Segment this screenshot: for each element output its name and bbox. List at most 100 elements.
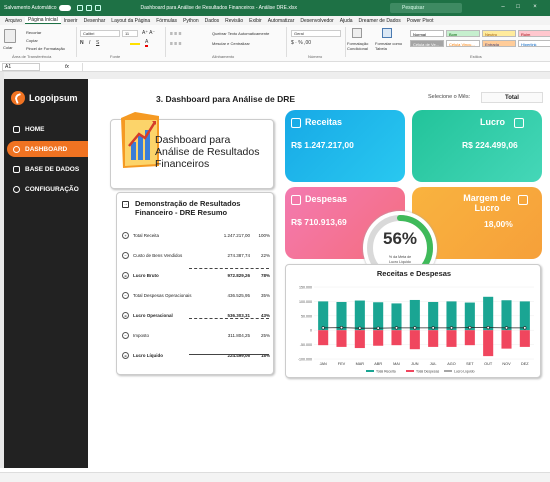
dre-title-1: Demonstração de Resultados xyxy=(135,199,241,208)
font-color-icon[interactable]: A xyxy=(145,39,149,47)
cell-style-item[interactable]: Ruim xyxy=(518,30,550,37)
dre-row-pct: 43% xyxy=(260,312,270,318)
font-grow-icon[interactable]: A⁺ A⁻ xyxy=(142,30,155,36)
menu-tab[interactable]: Dados xyxy=(202,18,222,24)
format-table-icon[interactable] xyxy=(382,28,392,38)
dre-row-pct: 25% xyxy=(260,332,270,338)
wrap-text-button[interactable]: Quebrar Texto Automaticamente xyxy=(212,31,269,36)
underline-icon[interactable]: S xyxy=(96,40,99,46)
bar-despesa xyxy=(483,330,494,357)
ribbon-separator xyxy=(345,27,346,57)
cell-style-item[interactable]: Bom xyxy=(446,30,480,37)
align-icons-bottom[interactable]: ≡ ≡ ≡ xyxy=(170,41,182,47)
menu-tab[interactable]: Desenvolvedor xyxy=(297,18,336,24)
nav-database[interactable]: BASE DE DADOS xyxy=(7,161,85,177)
menu-tab[interactable]: Revisão xyxy=(222,18,246,24)
menu-tab[interactable]: Página Inicial xyxy=(24,17,61,24)
cut-button[interactable]: Recortar xyxy=(26,30,41,35)
cell-style-item[interactable]: Célula de Ve... xyxy=(410,40,444,47)
menu-tab[interactable]: Fórmulas xyxy=(153,18,180,24)
divider xyxy=(189,268,269,269)
operator-icon: − xyxy=(122,251,129,259)
save-icon[interactable] xyxy=(76,5,83,11)
menu-tab[interactable]: Desenhar xyxy=(81,18,109,24)
cell-style-item[interactable]: Normal xyxy=(410,30,444,37)
dre-title-2: Financeiro - DRE Resumo xyxy=(135,208,228,217)
hero-banner: Dashboard para Análise de Resultados Fin… xyxy=(110,112,274,189)
x-tick-label: FEV xyxy=(338,362,346,366)
ribbon-separator xyxy=(286,27,287,57)
bar-receita xyxy=(483,296,494,331)
operator-icon: − xyxy=(122,291,129,299)
menu-tab[interactable]: Python xyxy=(180,18,202,24)
paste-icon[interactable] xyxy=(4,29,16,43)
dre-summary-panel: → Demonstração de Resultados Financeiro … xyxy=(116,192,274,375)
y-tick-label: -100.000 xyxy=(298,358,312,362)
name-box[interactable]: A1 xyxy=(2,62,40,71)
menu-tab[interactable]: Arquivo xyxy=(2,18,25,24)
nav-dashboard[interactable]: DASHBOARD xyxy=(7,141,88,157)
format-table-button[interactable]: Formatar como Tabela xyxy=(375,41,405,51)
cond-format-button[interactable]: Formatação Condicional xyxy=(347,41,373,51)
bold-icon[interactable]: N xyxy=(80,40,84,46)
redo-icon[interactable] xyxy=(94,5,101,11)
title-bar: Salvamento Automático Dashboard para Aná… xyxy=(0,0,550,16)
format-painter-button[interactable]: Pincel de Formatação xyxy=(26,46,65,51)
point-lucro xyxy=(339,326,344,330)
close-icon[interactable]: × xyxy=(532,4,538,10)
legend-label: Total Despesas xyxy=(416,370,439,374)
card-receitas-value: R$ 1.247.217,00 xyxy=(291,140,354,150)
fx-icon[interactable]: fx xyxy=(65,64,69,70)
cell-style-item[interactable]: Neutro xyxy=(482,30,516,37)
cell-style-item[interactable]: Entrada xyxy=(482,40,516,47)
nav-home-label: HOME xyxy=(25,125,45,133)
revenue-expense-chart: Receitas e Despesas 150.000 100.000 50.000 0… xyxy=(285,264,541,378)
legend-label: Lucro Líquido xyxy=(454,370,475,374)
paste-label[interactable]: Colar xyxy=(3,45,13,50)
dre-row-label: Total Despesas Operacionais xyxy=(133,292,192,298)
menu-tab[interactable]: Ajuda xyxy=(337,18,356,24)
card-despesas-value: R$ 710.913,69 xyxy=(291,217,347,227)
bar-receita xyxy=(501,300,512,331)
maximize-icon[interactable]: □ xyxy=(515,4,521,10)
cell-style-item[interactable]: Hiperlink xyxy=(518,40,550,47)
highlight-icon[interactable] xyxy=(130,40,140,45)
font-name-select[interactable]: Calibri xyxy=(80,30,120,37)
operator-icon: = xyxy=(122,311,129,319)
dre-row-value: 972.829,26 xyxy=(227,272,250,278)
number-format-select[interactable]: Geral xyxy=(291,30,341,37)
y-tick-label: 100.000 xyxy=(299,300,312,304)
divider xyxy=(189,354,269,355)
cell-style-item[interactable]: Célula Vincu... xyxy=(446,40,480,47)
dre-row-value: 1.247.217,00 xyxy=(223,232,250,238)
autosave-toggle[interactable] xyxy=(58,5,71,11)
card-lucro-title: Lucro xyxy=(480,117,506,127)
nav-home[interactable]: HOME xyxy=(7,121,85,137)
x-tick-label: JUL xyxy=(430,362,437,366)
point-lucro xyxy=(376,326,380,330)
minimize-icon[interactable]: – xyxy=(500,4,506,10)
formula-input[interactable] xyxy=(82,63,544,71)
copy-button[interactable]: Copiar xyxy=(26,38,38,43)
menu-tab[interactable]: Automatizar xyxy=(265,18,298,24)
x-tick-label: ABR xyxy=(374,362,382,366)
menu-tab[interactable]: Power Pivot xyxy=(404,18,437,24)
font-size-select[interactable]: 11 xyxy=(122,30,138,37)
merge-center-button[interactable]: Mesclar e Centralizar xyxy=(212,41,250,46)
search-box[interactable]: Pesquisar xyxy=(390,3,462,13)
menu-tab[interactable]: Dreamer de Dados xyxy=(356,18,404,24)
menu-tab[interactable]: Exibir xyxy=(246,18,265,24)
italic-icon[interactable]: I xyxy=(89,40,90,46)
nav-settings[interactable]: CONFIGURAÇÃO xyxy=(7,181,85,197)
menu-tab[interactable]: Inserir xyxy=(61,18,81,24)
bar-despesa xyxy=(336,330,347,347)
currency-icon[interactable]: $ · % ,00 xyxy=(291,40,311,46)
operator-icon: = xyxy=(122,351,129,359)
undo-icon[interactable] xyxy=(85,5,92,11)
font-group-label: Fonte xyxy=(110,54,121,59)
month-select[interactable]: Total xyxy=(481,92,543,103)
align-icons[interactable]: ≡ ≡ ≡ xyxy=(170,31,182,37)
point-lucro xyxy=(449,326,454,330)
cond-format-icon[interactable] xyxy=(352,28,362,38)
menu-tab[interactable]: Layout da Página xyxy=(108,18,153,24)
